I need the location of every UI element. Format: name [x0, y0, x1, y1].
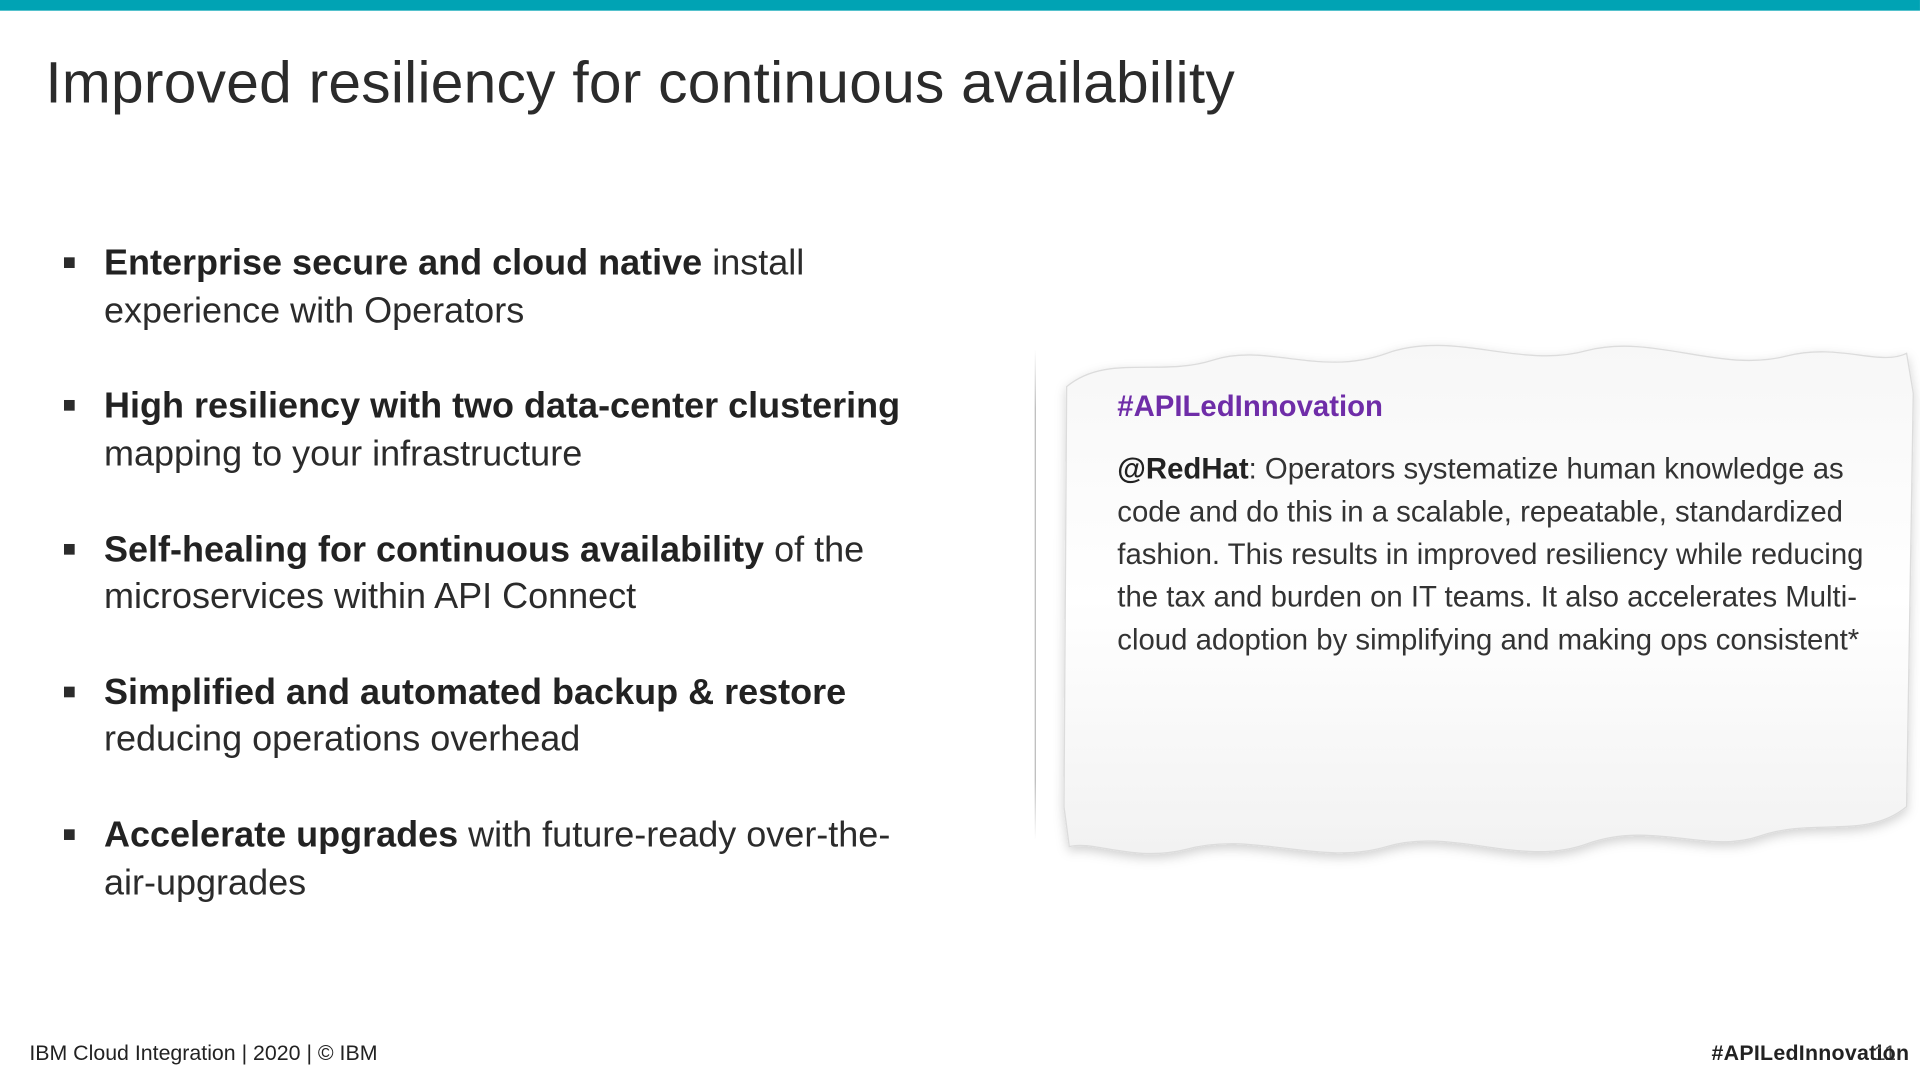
bullet-rest: reducing operations overhead [104, 719, 580, 759]
slide-title: Improved resiliency for continuous avail… [45, 51, 1235, 118]
torn-paper-graphic [1053, 313, 1920, 886]
footer-left: IBM Cloud Integration | 2020 | © IBM [29, 1043, 377, 1067]
footer-hashtag: #APILedInnovation [1712, 1043, 1910, 1067]
bullet-item: Accelerate upgrades with future-ready ov… [64, 812, 917, 907]
bullet-item: Enterprise secure and cloud native insta… [64, 240, 917, 335]
bullet-bold: Self-healing for continuous availability [104, 529, 764, 569]
bullet-bold: Accelerate upgrades [104, 815, 458, 855]
slide: Improved resiliency for continuous avail… [0, 0, 1920, 1080]
bullet-item: Simplified and automated backup & restor… [64, 669, 917, 764]
bullet-rest: mapping to your infrastructure [104, 433, 582, 473]
callout-quote: @RedHat: Operators systematize human kno… [1117, 448, 1870, 661]
callout-content: #APILedInnovation @RedHat: Operators sys… [1117, 389, 1870, 660]
bullet-bold: Enterprise secure and cloud native [104, 243, 702, 283]
callout-handle: @RedHat [1117, 452, 1248, 485]
top-accent-bar [0, 0, 1920, 11]
callout-hashtag: #APILedInnovation [1117, 389, 1870, 424]
callout-text: : Operators systematize human knowledge … [1117, 452, 1863, 655]
bullet-bold: Simplified and automated backup & restor… [104, 672, 846, 712]
bullet-bold: High resiliency with two data-center clu… [104, 386, 900, 426]
bullet-item: High resiliency with two data-center clu… [64, 383, 917, 478]
vertical-divider [1035, 349, 1036, 840]
bullet-list: Enterprise secure and cloud native insta… [64, 240, 917, 955]
bullet-item: Self-healing for continuous availability… [64, 526, 917, 621]
